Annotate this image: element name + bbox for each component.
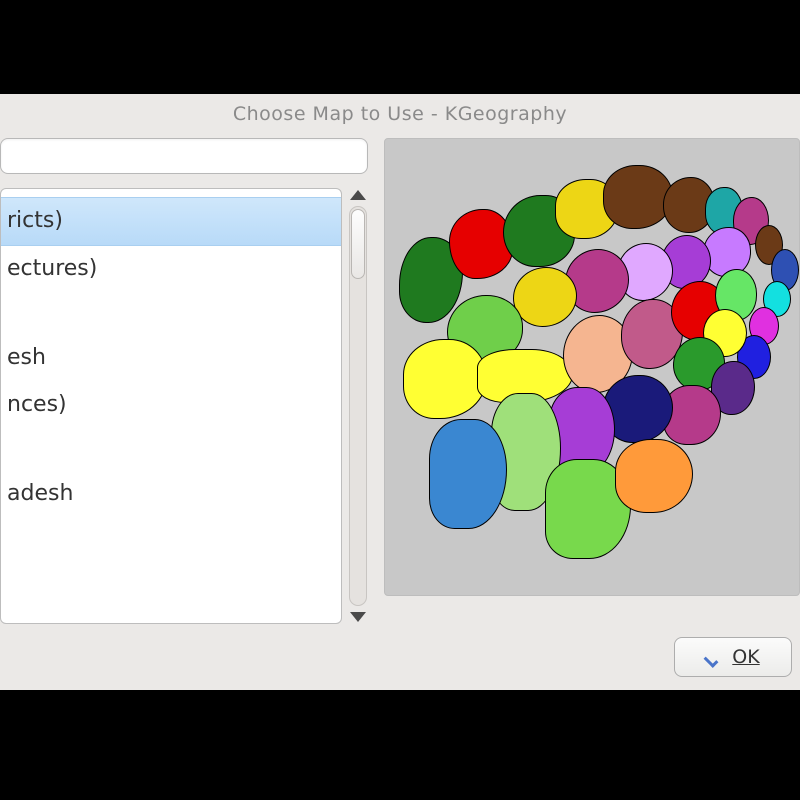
dialog-title: Choose Map to Use - KGeography [0, 94, 800, 134]
scroll-thumb[interactable] [351, 209, 365, 279]
left-column: ricts)ectures) eshnces) adesh [0, 134, 370, 624]
button-row: OK [0, 624, 800, 690]
map-preview [384, 138, 800, 596]
map-region [449, 209, 513, 279]
list-item[interactable]: esh [1, 335, 341, 382]
map-region [403, 339, 487, 419]
ok-button-label: OK [732, 646, 759, 668]
map-list-wrap: ricts)ectures) eshnces) adesh [0, 188, 370, 624]
ok-button[interactable]: OK [674, 637, 792, 677]
scroll-up-icon[interactable] [350, 190, 366, 200]
scrollbar[interactable] [346, 188, 370, 624]
list-item[interactable]: nces) [1, 382, 341, 429]
scroll-track[interactable] [349, 206, 367, 606]
map-region [615, 439, 693, 513]
choose-map-dialog: Choose Map to Use - KGeography ricts)ect… [0, 94, 800, 690]
list-item[interactable]: adesh [1, 471, 341, 518]
list-item[interactable]: ricts) [1, 197, 341, 246]
scroll-down-icon[interactable] [350, 612, 366, 622]
map-region [429, 419, 507, 529]
check-icon [706, 650, 724, 664]
map-region [603, 165, 673, 229]
map-listbox[interactable]: ricts)ectures) eshnces) adesh [0, 188, 342, 624]
map-region [513, 267, 577, 327]
list-item[interactable]: ectures) [1, 246, 341, 293]
search-input[interactable] [0, 138, 368, 174]
dialog-content: ricts)ectures) eshnces) adesh [0, 134, 800, 624]
